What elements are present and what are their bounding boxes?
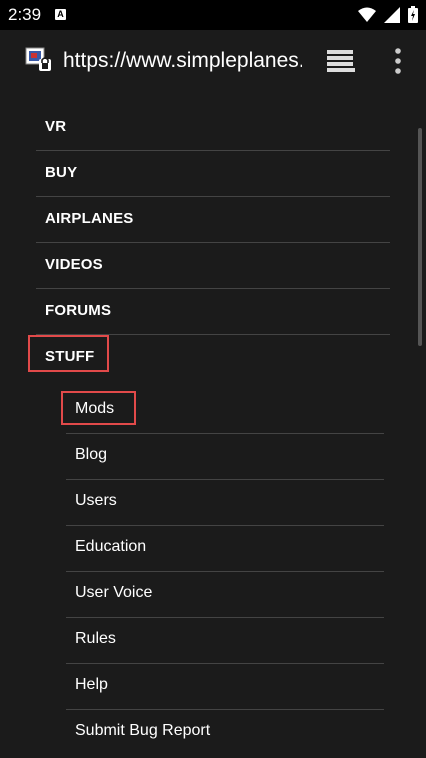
nav-item-videos[interactable]: VIDEOS <box>36 242 390 289</box>
scrollbar[interactable] <box>418 128 422 346</box>
submenu-item-help[interactable]: Help <box>66 663 384 710</box>
status-icons <box>358 6 418 23</box>
nav-item-vr[interactable]: VR <box>36 104 390 151</box>
url-bar[interactable]: https://www.simpleplanes.com <box>63 49 302 73</box>
submenu-item-label: Users <box>75 492 117 509</box>
notification-badge: A <box>55 9 66 20</box>
nav-item-label: VIDEOS <box>45 256 103 273</box>
status-time: 2:39 <box>8 5 42 24</box>
submenu-item-mods[interactable]: Mods <box>66 387 384 434</box>
tabs-icon[interactable] <box>326 48 356 74</box>
browser-toolbar: https://www.simpleplanes.com <box>0 30 426 92</box>
submenu-item-label: Rules <box>75 630 116 647</box>
submenu-item-label: User Voice <box>75 584 153 601</box>
submenu-item-submit-bug-report[interactable]: Submit Bug Report <box>66 709 384 755</box>
site-security-icon[interactable] <box>25 47 53 75</box>
nav-item-airplanes[interactable]: AIRPLANES <box>36 196 390 243</box>
battery-icon <box>408 6 418 23</box>
submenu-item-label: Mods <box>75 400 115 417</box>
submenu-item-label: Help <box>75 676 108 693</box>
submenu-item-blog[interactable]: Blog <box>66 433 384 480</box>
nav-item-buy[interactable]: BUY <box>36 150 390 197</box>
submenu-item-users[interactable]: Users <box>66 479 384 526</box>
status-bar: 2:39 A <box>0 0 426 30</box>
submenu-item-label: Submit Bug Report <box>75 722 211 739</box>
nav-item-label: STUFF <box>45 348 95 365</box>
nav-item-forums[interactable]: FORUMS <box>36 288 390 335</box>
nav-item-stuff[interactable]: STUFF <box>36 334 390 380</box>
nav-item-label: AIRPLANES <box>45 210 134 227</box>
overflow-menu-icon[interactable] <box>392 46 404 76</box>
submenu-item-user-voice[interactable]: User Voice <box>66 571 384 618</box>
wifi-icon <box>358 7 376 22</box>
submenu-item-label: Education <box>75 538 147 555</box>
submenu-item-rules[interactable]: Rules <box>66 617 384 664</box>
submenu-item-label: Blog <box>75 446 108 463</box>
signal-icon <box>384 6 400 23</box>
nav-item-label: BUY <box>45 164 78 181</box>
submenu-item-education[interactable]: Education <box>66 525 384 572</box>
nav-item-label: VR <box>45 118 67 135</box>
nav-item-label: FORUMS <box>45 302 112 319</box>
